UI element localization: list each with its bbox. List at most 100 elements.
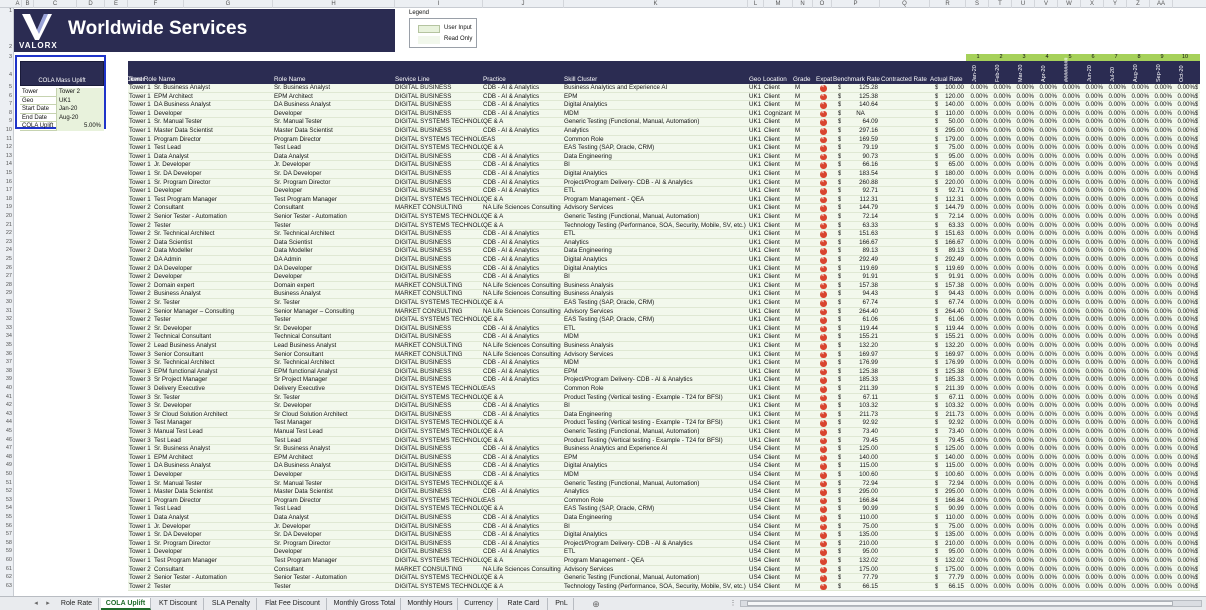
benchmark-rate[interactable]: 264.40 [843, 308, 878, 317]
uplift-cell[interactable]: 0.00% [966, 351, 988, 360]
cell[interactable]: Client [764, 471, 792, 480]
cell[interactable]: DIGITAL SYSTEMS TECHNOLOGY [395, 118, 483, 127]
cell[interactable]: Generic Testing (Functional, Manual, Aut… [564, 213, 748, 222]
cell[interactable]: EPM [564, 454, 748, 463]
cell[interactable]: CDB - AI & Analytics [483, 230, 564, 239]
benchmark-rate[interactable]: 260.88 [843, 179, 878, 188]
uplift-cell[interactable]: 0.00% [966, 170, 988, 179]
row-number[interactable]: 21 [0, 222, 13, 228]
actual-rate-field[interactable]: 115.00 [940, 462, 964, 471]
uplift-cell[interactable]: 0.00% [1012, 204, 1034, 213]
actual-rate-field[interactable]: 292.49 [940, 256, 964, 265]
uplift-cell[interactable]: 0.00% [989, 437, 1011, 446]
cell[interactable]: Client [764, 402, 792, 411]
cell[interactable]: Senior Tester - Automation [154, 213, 272, 222]
uplift-cell[interactable]: 0.00% [1012, 325, 1034, 334]
cell[interactable]: UK1 [749, 101, 763, 110]
uplift-cell[interactable]: 0.00% [1173, 84, 1195, 93]
uplift-cell[interactable]: 0.00% [1012, 170, 1034, 179]
cell[interactable]: DIGITAL BUSINESS [395, 462, 483, 471]
uplift-cell[interactable]: 0.00% [1035, 583, 1057, 592]
cell[interactable]: M [795, 222, 809, 231]
sheet-tab[interactable]: Flat Fee Discount [259, 598, 327, 610]
cell[interactable]: Tester [154, 583, 272, 592]
actual-rate-field[interactable]: 135.00 [940, 531, 964, 540]
uplift-cell[interactable]: 0.00% [1012, 93, 1034, 102]
uplift-cell[interactable]: 0.00% [966, 540, 988, 549]
uplift-cell[interactable]: 0.00% [1035, 359, 1057, 368]
uplift-cell[interactable]: 0.00% [1012, 497, 1034, 506]
uplift-cell[interactable]: 0.00% [1081, 213, 1103, 222]
uplift-cell[interactable]: 0.00% [1173, 557, 1195, 566]
row-number[interactable]: 54 [0, 505, 13, 511]
uplift-cell[interactable]: 0.00% [1127, 514, 1149, 523]
uplift-cell[interactable]: 0.00% [1012, 540, 1034, 549]
uplift-cell[interactable]: 0.00% [966, 265, 988, 274]
uplift-cell[interactable]: 0.00% [1104, 411, 1126, 420]
cell[interactable]: Program Director [154, 497, 272, 506]
benchmark-rate[interactable]: 140.00 [843, 454, 878, 463]
uplift-cell[interactable]: 0.00% [1058, 247, 1080, 256]
benchmark-rate[interactable]: 100.60 [843, 471, 878, 480]
cell[interactable]: CDB - AI & Analytics [483, 376, 564, 385]
uplift-cell[interactable]: 0.00% [1081, 222, 1103, 231]
cell[interactable]: Client [764, 566, 792, 575]
uplift-cell[interactable]: 0.00% [1150, 402, 1172, 411]
uplift-cell[interactable]: 0.00% [1150, 428, 1172, 437]
cell[interactable]: Program Director [274, 136, 392, 145]
benchmark-rate[interactable]: 119.69 [843, 265, 878, 274]
uplift-cell[interactable]: 0.00% [1081, 179, 1103, 188]
cell[interactable]: Data Analyst [274, 153, 392, 162]
cell[interactable]: Client [764, 445, 792, 454]
uplift-cell[interactable]: 0.00% [1035, 290, 1057, 299]
uplift-cell[interactable]: 0.00% [1058, 411, 1080, 420]
uplift-cell[interactable]: 0.00% [1104, 359, 1126, 368]
column-letter[interactable]: P [832, 0, 880, 8]
cell[interactable]: CDB - AI & Analytics [483, 411, 564, 420]
uplift-cell[interactable]: 0.00% [1150, 299, 1172, 308]
benchmark-rate[interactable]: NA [843, 110, 878, 119]
row-number[interactable]: 58 [0, 540, 13, 546]
uplift-cell[interactable]: 0.00% [1012, 290, 1034, 299]
uplift-cell[interactable]: 0.00% [1035, 282, 1057, 291]
cell[interactable]: Senior Tester - Automation [154, 574, 272, 583]
uplift-cell[interactable]: 0.00% [1035, 445, 1057, 454]
uplift-cell[interactable]: 0.00% [966, 531, 988, 540]
row-number[interactable]: 13 [0, 153, 13, 159]
cell[interactable]: EAS [483, 497, 564, 506]
uplift-cell[interactable]: 0.00% [966, 179, 988, 188]
cell[interactable]: Client [764, 153, 792, 162]
uplift-cell[interactable]: 0.00% [966, 333, 988, 342]
column-letter[interactable]: T [989, 0, 1012, 8]
month-header[interactable]: Oct-20 [1179, 65, 1185, 82]
cell[interactable]: Generic Testing (Functional, Manual, Aut… [564, 428, 748, 437]
row-number[interactable]: 25 [0, 256, 13, 262]
uplift-cell[interactable]: 0.00% [1127, 497, 1149, 506]
uplift-cell[interactable]: 0.00% [1127, 170, 1149, 179]
uplift-cell[interactable]: 0.00% [1104, 333, 1126, 342]
uplift-cell[interactable]: 0.00% [966, 359, 988, 368]
uplift-cell[interactable]: 0.00% [1035, 540, 1057, 549]
cell[interactable]: DIGITAL BUSINESS [395, 411, 483, 420]
row-number[interactable]: 10 [0, 127, 13, 133]
actual-rate-field[interactable]: 50.00 [940, 118, 964, 127]
cell[interactable]: M [795, 419, 809, 428]
cell[interactable]: Consultant [274, 204, 392, 213]
row-number[interactable]: 59 [0, 548, 13, 554]
uplift-cell[interactable]: 0.00% [1173, 385, 1195, 394]
cell[interactable]: M [795, 548, 809, 557]
benchmark-rate[interactable]: 175.00 [843, 566, 878, 575]
uplift-cell[interactable]: 0.00% [1035, 351, 1057, 360]
uplift-cell[interactable]: 0.00% [1081, 480, 1103, 489]
uplift-cell[interactable]: 0.00% [1058, 351, 1080, 360]
cell[interactable]: M [795, 230, 809, 239]
cell[interactable]: EAS Testing (SAP, Oracle, CRM) [564, 505, 748, 514]
uplift-cell[interactable]: 0.00% [1104, 187, 1126, 196]
cell[interactable]: QE & A [483, 222, 564, 231]
cell[interactable]: Client [764, 419, 792, 428]
cell[interactable]: CDB - AI & Analytics [483, 471, 564, 480]
uplift-cell[interactable]: 0.00% [966, 437, 988, 446]
uplift-cell[interactable]: 0.00% [1058, 230, 1080, 239]
uplift-cell[interactable]: 0.00% [1081, 204, 1103, 213]
uplift-cell[interactable]: 0.00% [1035, 497, 1057, 506]
